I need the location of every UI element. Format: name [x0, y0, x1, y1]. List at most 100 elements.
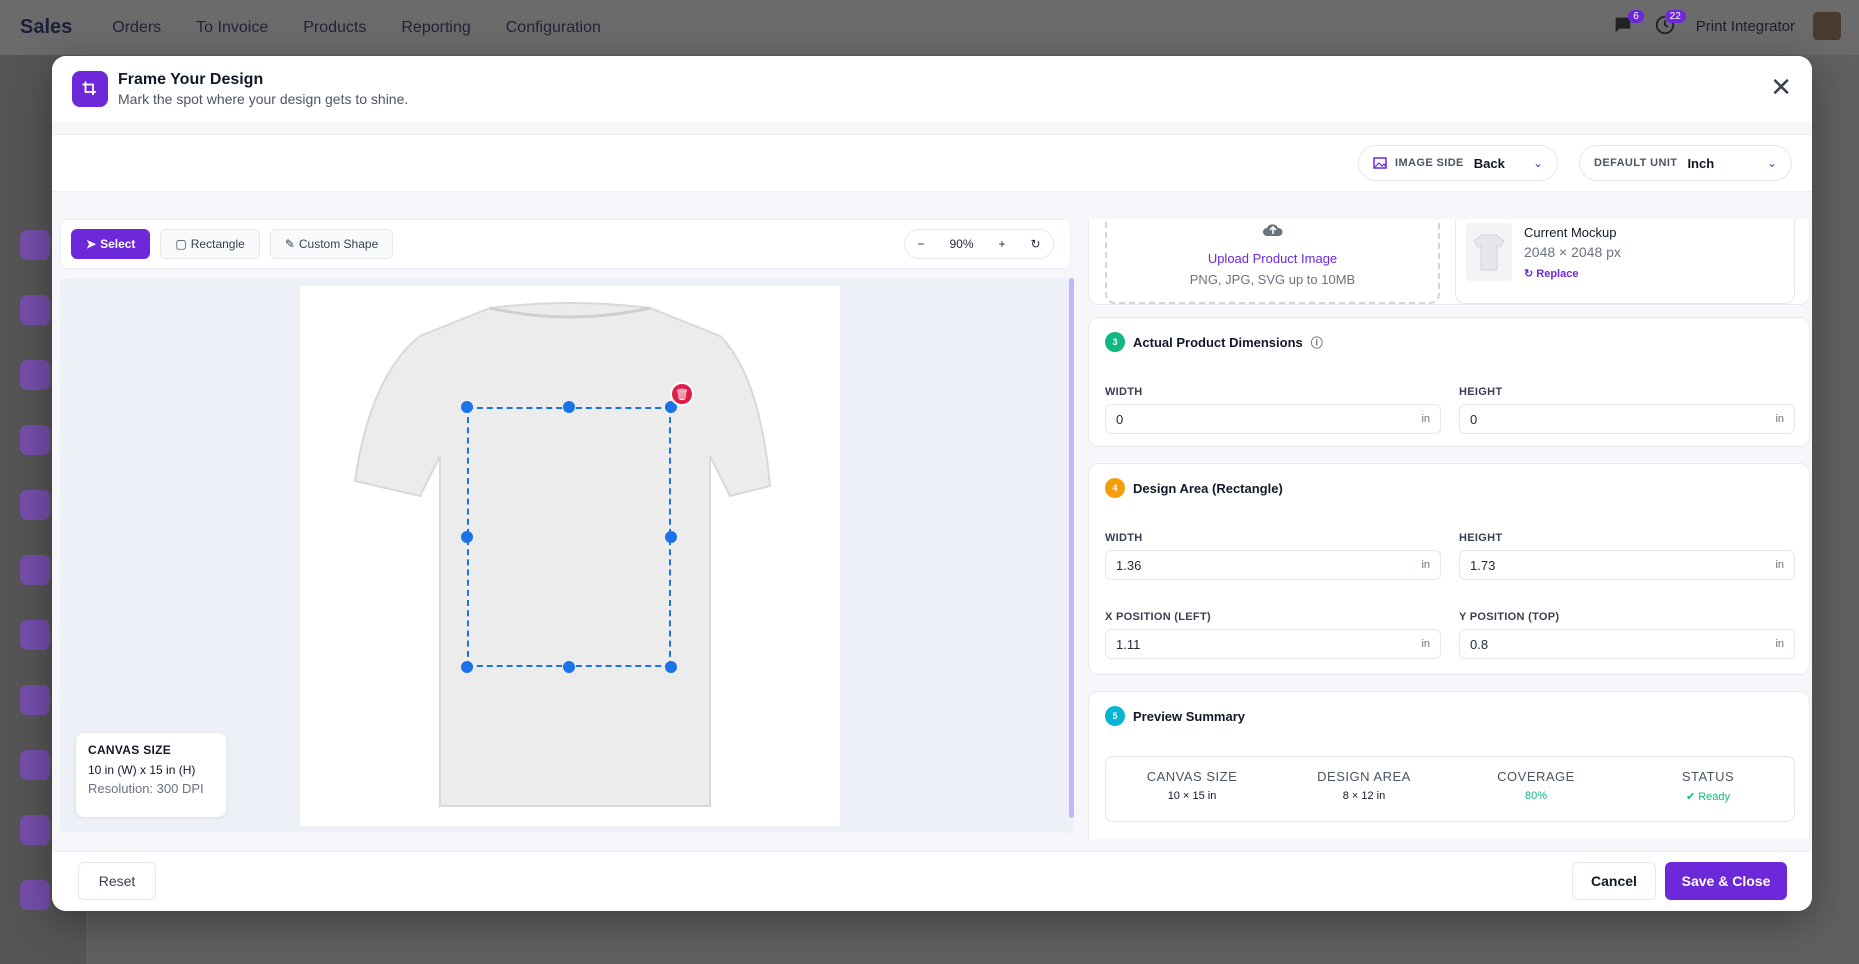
custom-shape-tool-button[interactable]: ✎ Custom Shape: [269, 229, 394, 259]
nav-configuration[interactable]: Configuration: [506, 19, 601, 37]
app-title[interactable]: Sales: [20, 16, 72, 39]
rectangle-tool-button[interactable]: ▢ Rectangle: [160, 229, 260, 259]
rectangle-tool-label: Rectangle: [190, 237, 245, 251]
design-width-input[interactable]: 1.36 in: [1105, 550, 1441, 580]
product-image: 🗑: [300, 286, 840, 826]
custom-shape-tool-label: Custom Shape: [298, 237, 379, 251]
app-icon[interactable]: [20, 880, 50, 910]
app-icon[interactable]: [20, 425, 50, 455]
app-icon[interactable]: [20, 295, 50, 325]
design-area-card: 4 Design Area (Rectangle) WIDTH 1.36 in …: [1088, 463, 1810, 675]
y-position-input[interactable]: 0.8 in: [1459, 629, 1795, 659]
resize-handle[interactable]: [665, 531, 677, 543]
step-number: 3: [1105, 332, 1125, 352]
step-number: 5: [1105, 706, 1125, 726]
reset-zoom-icon[interactable]: ↻: [1030, 237, 1040, 251]
tool-bar: ➤ Select ▢ Rectangle ✎ Custom Shape − 90…: [60, 219, 1071, 269]
unit-label: in: [1421, 559, 1430, 571]
canvas-size-value: 10 in (W) x 15 in (H): [88, 763, 196, 777]
image-icon: [1373, 157, 1387, 169]
settings-panel: Upload Product Image PNG, JPG, SVG up to…: [1088, 219, 1812, 839]
app-icon[interactable]: [20, 490, 50, 520]
resize-handle[interactable]: [461, 401, 473, 413]
app-icon[interactable]: [20, 620, 50, 650]
product-height-input[interactable]: 0 in: [1459, 404, 1795, 434]
design-area-rectangle[interactable]: [467, 407, 671, 667]
upload-card: Upload Product Image PNG, JPG, SVG up to…: [1088, 219, 1810, 305]
design-height-input[interactable]: 1.73 in: [1459, 550, 1795, 580]
resize-handle[interactable]: [461, 661, 473, 673]
save-close-button[interactable]: Save & Close: [1665, 862, 1787, 900]
product-width-input[interactable]: 0 in: [1105, 404, 1441, 434]
avatar[interactable]: [1813, 12, 1841, 40]
square-icon: ▢: [175, 237, 187, 251]
design-width-value: 1.36: [1116, 557, 1142, 573]
summary-canvas-label: CANVAS SIZE: [1146, 769, 1238, 784]
select-tool-label: Select: [100, 237, 136, 251]
y-position-label: Y POSITION (TOP): [1459, 611, 1560, 623]
summary-coverage-label: COVERAGE: [1497, 769, 1575, 784]
select-tool-button[interactable]: ➤ Select: [71, 229, 151, 259]
unit-label: in: [1775, 413, 1784, 425]
product-dimensions-card: 3 Actual Product Dimensions ⓘ WIDTH 0 in…: [1088, 317, 1810, 447]
image-side-select[interactable]: IMAGE SIDE Back ⌄: [1358, 145, 1558, 181]
design-height-value: 1.73: [1470, 557, 1496, 573]
replace-label: Replace: [1536, 268, 1579, 280]
refresh-icon: ↻: [1524, 268, 1534, 280]
canvas-size-title: CANVAS SIZE: [88, 743, 172, 757]
messages-button[interactable]: 6: [1612, 10, 1644, 38]
app-icon[interactable]: [20, 230, 50, 260]
app-icon[interactable]: [20, 815, 50, 845]
cancel-button[interactable]: Cancel: [1572, 862, 1656, 900]
options-row: IMAGE SIDE Back ⌄ DEFAULT UNIT Inch ⌄: [52, 134, 1812, 192]
design-canvas[interactable]: 🗑 CANVAS SIZE 10 in (W) x 15 in (H) Reso…: [60, 278, 1074, 833]
crop-icon: [72, 71, 108, 107]
resize-handle[interactable]: [563, 661, 575, 673]
messages-badge: 6: [1628, 10, 1644, 23]
app-icon[interactable]: [20, 360, 50, 390]
design-height-label: HEIGHT: [1459, 532, 1503, 544]
design-width-label: WIDTH: [1105, 532, 1143, 544]
user-name[interactable]: Print Integrator: [1696, 18, 1795, 35]
activities-badge: 22: [1664, 10, 1686, 23]
app-topbar: Sales Orders To Invoice Products Reporti…: [0, 0, 1859, 55]
info-icon[interactable]: ⓘ: [1311, 334, 1323, 351]
current-mockup: Current Mockup 2048 × 2048 px ↻ Replace: [1455, 219, 1795, 304]
modal-footer: Reset Cancel Save & Close: [52, 851, 1812, 911]
unit-label: in: [1421, 638, 1430, 650]
nav-reporting[interactable]: Reporting: [401, 19, 470, 37]
modal-title: Frame Your Design: [118, 71, 264, 88]
reset-button[interactable]: Reset: [78, 862, 156, 900]
mockup-thumbnail: [1466, 223, 1512, 281]
replace-button[interactable]: ↻ Replace: [1524, 267, 1621, 280]
tshirt-thumbnail-icon: [1473, 234, 1505, 271]
product-height-value: 0: [1470, 411, 1478, 427]
nav-products[interactable]: Products: [303, 19, 366, 37]
nav-orders[interactable]: Orders: [112, 19, 161, 37]
unit-label: in: [1775, 638, 1784, 650]
delete-shape-button[interactable]: 🗑: [670, 382, 694, 406]
product-height-label: HEIGHT: [1459, 386, 1503, 398]
default-unit-select[interactable]: DEFAULT UNIT Inch ⌄: [1579, 145, 1792, 181]
resize-handle[interactable]: [461, 531, 473, 543]
app-icon[interactable]: [20, 555, 50, 585]
zoom-control: − 90% + ↻: [904, 229, 1054, 259]
upload-dropzone[interactable]: Upload Product Image PNG, JPG, SVG up to…: [1105, 219, 1440, 304]
app-icon[interactable]: [20, 750, 50, 780]
x-position-input[interactable]: 1.11 in: [1105, 629, 1441, 659]
resize-handle[interactable]: [563, 401, 575, 413]
frame-design-modal: Frame Your Design Mark the spot where yo…: [52, 56, 1812, 911]
upload-subtitle: PNG, JPG, SVG up to 10MB: [1189, 272, 1356, 287]
activities-button[interactable]: 22: [1654, 10, 1686, 38]
nav-to-invoice[interactable]: To Invoice: [196, 19, 268, 37]
chevron-down-icon: ⌄: [1766, 156, 1777, 170]
pencil-icon: ✎: [284, 237, 295, 251]
zoom-out-button[interactable]: −: [917, 237, 924, 251]
close-button[interactable]: ✕: [1770, 74, 1792, 100]
canvas-scrollbar[interactable]: [1069, 278, 1074, 818]
resize-handle[interactable]: [665, 661, 677, 673]
zoom-in-button[interactable]: +: [998, 237, 1005, 251]
app-icon[interactable]: [20, 685, 50, 715]
preview-summary-title: Preview Summary: [1133, 708, 1246, 724]
image-side-label: IMAGE SIDE: [1395, 157, 1464, 169]
